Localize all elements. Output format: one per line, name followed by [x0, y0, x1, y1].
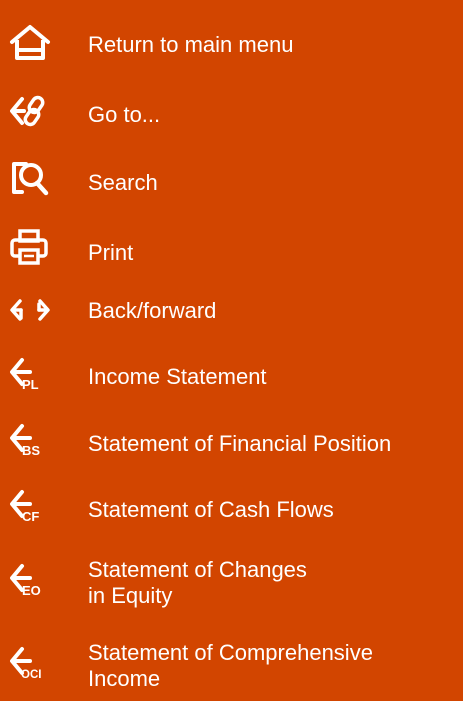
back-forward-item[interactable]: Back/forward	[0, 290, 463, 340]
back-bs-icon: BS	[8, 422, 52, 462]
back-forward-icon	[8, 292, 52, 332]
print-icon	[8, 228, 52, 268]
print-item[interactable]: Print	[0, 226, 463, 276]
financial-position-item[interactable]: BS Statement of Financial Position	[0, 420, 463, 470]
menu-item-label: Go to...	[88, 102, 161, 127]
menu-item-label: Return to main menu	[88, 32, 294, 57]
menu-item-label: Statement of Comprehensive Income	[88, 640, 458, 692]
oci-badge: OCI	[21, 669, 41, 681]
search-item[interactable]: Search	[0, 158, 463, 208]
bs-badge: BS	[22, 443, 40, 458]
navigation-menu: Return to main menu Go to... Search Prin…	[0, 0, 463, 701]
menu-item-label: Print	[88, 240, 134, 265]
menu-item-label-line2: Income	[88, 666, 161, 691]
menu-item-label: Income Statement	[88, 364, 267, 389]
menu-item-label: Statement of Cash Flows	[88, 497, 334, 522]
comprehensive-income-item[interactable]: OCI Statement of Comprehensive Income	[0, 635, 463, 701]
return-to-main-menu-item[interactable]: Return to main menu	[0, 20, 463, 70]
go-to-item[interactable]: Go to...	[0, 88, 463, 138]
menu-item-label-line1: Statement of Comprehensive	[88, 640, 373, 665]
home-icon	[8, 24, 52, 64]
changes-in-equity-item[interactable]: EO Statement of Changes in Equity	[0, 552, 463, 616]
back-oci-icon: OCI	[8, 645, 52, 685]
cash-flows-item[interactable]: CF Statement of Cash Flows	[0, 486, 463, 536]
menu-item-label: Back/forward	[88, 298, 217, 323]
eo-badge: EO	[22, 583, 41, 598]
goto-link-icon	[8, 92, 52, 132]
menu-item-label-line1: Statement of Changes	[88, 557, 307, 582]
pl-badge: PL	[22, 377, 39, 392]
back-pl-icon: PL	[8, 356, 52, 396]
search-icon	[8, 158, 52, 198]
menu-item-label: Statement of Changes in Equity	[88, 557, 458, 609]
back-cf-icon: CF	[8, 488, 52, 528]
menu-item-label-line2: in Equity	[88, 583, 173, 608]
cf-badge: CF	[22, 509, 39, 524]
income-statement-item[interactable]: PL Income Statement	[0, 354, 463, 404]
menu-item-label: Statement of Financial Position	[88, 431, 392, 456]
back-eo-icon: EO	[8, 562, 52, 602]
menu-item-label: Search	[88, 170, 158, 195]
